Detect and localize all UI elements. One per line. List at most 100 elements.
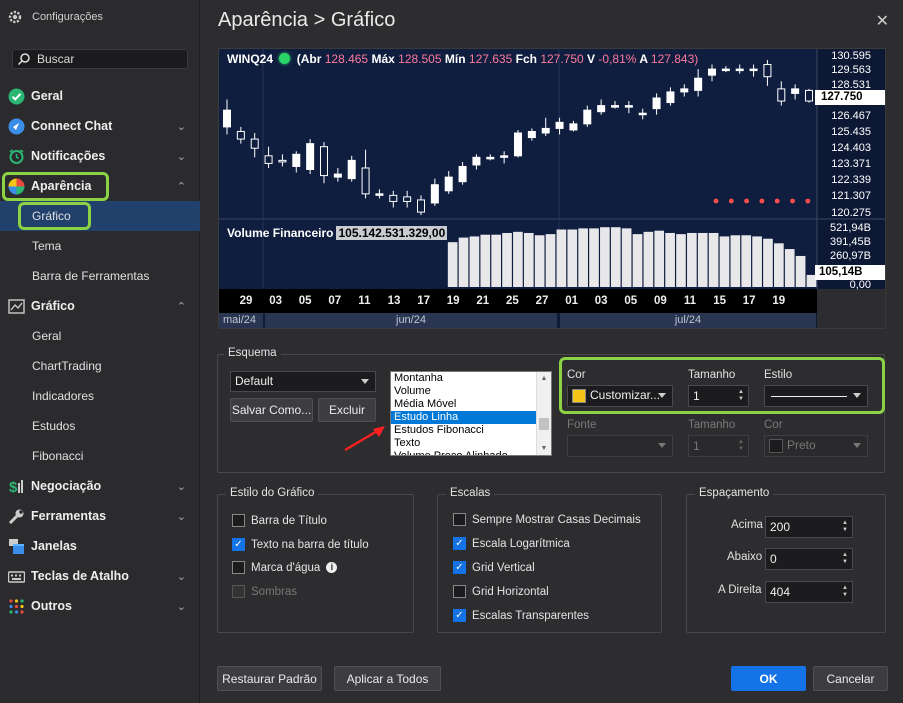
checkbox-barra-titulo[interactable]: Barra de Título [232,514,327,527]
min-value: 127.635 [468,52,513,66]
list-item[interactable]: Volume [391,385,551,398]
chevron-up-icon[interactable]: ⌃ [177,300,186,313]
checkbox-escalas-transparentes[interactable]: ✓ Escalas Transparentes [453,609,589,622]
spinner-arrows-icon[interactable]: ▲ ▼ [842,552,848,566]
list-item[interactable]: Média Móvel [391,398,551,411]
sidebar-item-geral[interactable]: Geral [0,81,200,111]
sidebar-item-charttrading[interactable]: ChartTrading [0,351,200,381]
checkbox-casas-decimais[interactable]: Sempre Mostrar Casas Decimais [453,513,641,526]
abaixo-spinner[interactable]: 0 ▲ ▼ [765,548,853,570]
scroll-up-icon[interactable]: ▲ [537,372,551,385]
marker-dot [713,198,719,204]
sidebar-item-fibonacci[interactable]: Fibonacci [0,441,200,471]
chevron-down-icon[interactable]: ⌄ [177,120,186,133]
a-value: 127.843) [650,52,699,66]
element-list[interactable]: Montanha Volume Média Móvel Estudo Linha Est… [390,371,552,456]
sidebar-item-grafico[interactable]: Gráfico ⌃ [0,291,200,321]
close-icon[interactable]: ✕ [876,11,889,31]
scheme-select[interactable]: Default [230,371,376,392]
marker-dot [759,198,765,204]
spinner-arrows-icon[interactable]: ▲ ▼ [842,520,848,534]
volume-bar [458,237,469,287]
checkbox-grid-horizontal[interactable]: Grid Horizontal [453,585,549,598]
spinner-arrows-icon[interactable]: ▲ ▼ [738,439,744,453]
sidebar-item-janelas[interactable]: Janelas [0,531,200,561]
chevron-down-icon[interactable]: ⌄ [177,150,186,163]
last-price-tag: 127.750 [815,90,885,105]
checkbox-box[interactable] [232,561,245,574]
scroll-thumb[interactable] [539,418,549,430]
chevron-down-icon[interactable]: ⌄ [177,480,186,493]
apply-all-button[interactable]: Aplicar a Todos [334,666,441,691]
checkbox-sombras[interactable]: Sombras [232,585,297,598]
checkbox-box[interactable]: ✓ [232,538,245,551]
sidebar-item-outros[interactable]: Outros ⌄ [0,591,200,621]
sidebar-item-teclas-atalho[interactable]: Teclas de Atalho ⌄ [0,561,200,591]
x-tick-label: 03 [269,295,282,307]
checkbox-escala-log[interactable]: ✓ Escala Logarítmica [453,537,570,550]
search-placeholder: Buscar [37,52,75,66]
sidebar-item-connect-chat[interactable]: Connect Chat ⌄ [0,111,200,141]
checkbox-box[interactable] [232,514,245,527]
checkbox-label: Escala Logarítmica [472,537,570,550]
checkbox-box[interactable] [453,585,466,598]
sidebar-item-indicadores[interactable]: Indicadores [0,381,200,411]
checkbox-box[interactable]: ✓ [453,537,466,550]
list-scrollbar[interactable]: ▲ ▼ [536,372,551,455]
info-icon[interactable]: i [326,562,338,573]
checkbox-box[interactable]: ✓ [453,609,466,622]
search-input[interactable]: Buscar [12,49,188,69]
checkbox-box[interactable]: ✓ [453,561,466,574]
x-tick-label: 03 [594,295,608,307]
sidebar-item-barra-ferramentas[interactable]: Barra de Ferramentas [0,261,200,291]
restore-default-button[interactable]: Restaurar Padrão [217,666,322,691]
volume-bar [719,236,730,287]
checkbox-label: Sombras [251,585,298,598]
chevron-down-icon [853,443,861,448]
checkbox-box[interactable] [453,513,466,526]
direita-spinner[interactable]: 404 ▲ ▼ [765,581,853,603]
list-item[interactable]: Estudos Fibonacci [391,424,551,437]
volume-bar [665,232,675,287]
save-as-button[interactable]: Salvar Como... [230,398,313,422]
list-item[interactable]: Texto [391,437,551,450]
font-color-select[interactable]: Preto [764,435,868,457]
checkbox-texto-barra[interactable]: ✓ Texto na barra de título [232,538,369,551]
acima-spinner[interactable]: 200 ▲ ▼ [765,516,853,538]
list-item[interactable]: Montanha [391,372,551,385]
list-item[interactable]: Estudo Linha [391,411,551,424]
chevron-down-icon[interactable]: ⌄ [177,600,186,613]
sidebar-item-grafico-geral[interactable]: Geral [0,321,200,351]
checkbox-grid-vertical[interactable]: ✓ Grid Vertical [453,561,535,574]
volume-bar [752,236,762,287]
delete-button[interactable]: Excluir [318,398,376,422]
ok-button[interactable]: OK [731,666,806,691]
cancel-button[interactable]: Cancelar [813,666,888,691]
scroll-down-icon[interactable]: ▼ [537,442,551,455]
sidebar-item-negociacao[interactable]: $ Negociação ⌄ [0,471,200,501]
list-item[interactable]: Volume Preço Alinhado [391,450,551,455]
candle-body [417,199,425,213]
sidebar-item-estudos[interactable]: Estudos [0,411,200,441]
font-size-spinner[interactable]: 1 ▲ ▼ [688,435,749,457]
volume-bar [643,231,654,287]
sidebar-item-ferramentas[interactable]: Ferramentas ⌄ [0,501,200,531]
x-tick-label: 11 [358,295,371,307]
espacamento-legend: Espaçamento [695,487,774,499]
chevron-up-icon[interactable]: ⌃ [177,180,186,193]
checkbox-marca-dagua[interactable]: Marca d'água i [232,561,338,574]
sidebar-item-tema[interactable]: Tema [0,231,200,261]
wrench-icon [7,507,25,525]
chevron-down-icon[interactable]: ⌄ [177,510,186,523]
highlight-grafico [18,202,91,230]
volume-bar [610,227,621,287]
chart-header: WINQ24 (Abr 128.465 Máx 128.505 Mín 127.… [227,52,698,66]
estilo-legend: Estilo do Gráfico [226,487,319,499]
checkbox-box[interactable] [232,585,245,598]
sidebar-item-notificacoes[interactable]: Notificações ⌄ [0,141,200,171]
volume-bar [578,228,588,287]
font-select[interactable] [567,435,673,457]
spinner-arrows-icon[interactable]: ▲ ▼ [842,585,848,599]
chevron-down-icon[interactable]: ⌄ [177,570,186,583]
x-axis: 29 03 05 07 11 13 17 19 21 25 27 01 03 05 09 11 15 17 19 [219,289,817,313]
